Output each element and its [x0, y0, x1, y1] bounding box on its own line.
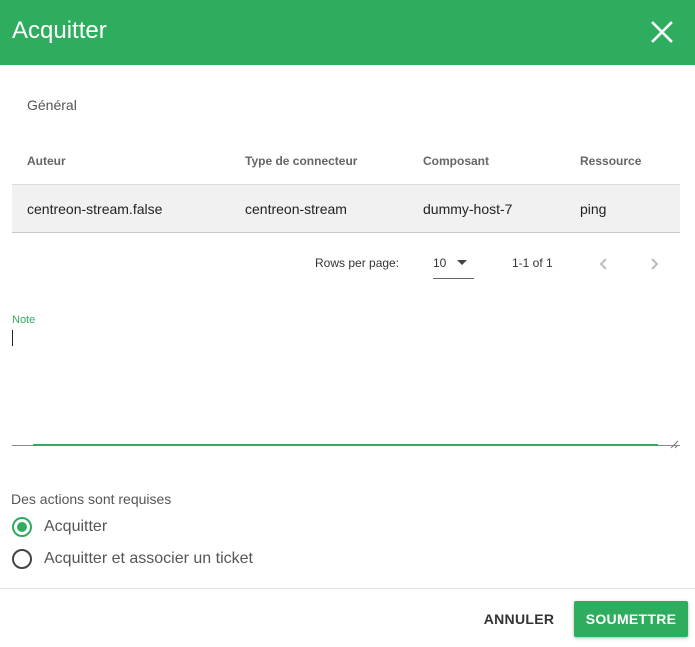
- rows-per-page-label: Rows per page:: [315, 256, 400, 270]
- resize-grip-icon[interactable]: [670, 436, 679, 449]
- column-header-auteur: Auteur: [27, 154, 66, 168]
- table-row: centreon-stream.false centreon-stream du…: [12, 184, 680, 233]
- rows-per-page-value: 10: [433, 256, 447, 270]
- section-title-general: Général: [27, 97, 77, 113]
- radio-label-acquitter-ticket: Acquitter et associer un ticket: [44, 550, 253, 567]
- column-header-composant: Composant: [423, 154, 489, 168]
- note-textarea[interactable]: [12, 328, 680, 446]
- dialog-header: Acquitter: [0, 0, 695, 65]
- note-focus-underline: [33, 444, 658, 446]
- caret-down-icon: [457, 260, 467, 265]
- chevron-left-icon[interactable]: [592, 252, 616, 276]
- note-label: Note: [12, 314, 36, 326]
- radio-acquitter-ticket[interactable]: Acquitter et associer un ticket: [12, 547, 412, 571]
- dialog-title: Acquitter: [12, 17, 107, 44]
- cell-auteur: centreon-stream.false: [27, 201, 163, 217]
- general-table: Auteur Type de connecteur Composant Ress…: [12, 136, 680, 233]
- cell-composant: dummy-host-7: [423, 201, 513, 217]
- text-cursor: [12, 330, 13, 346]
- footer-divider: [0, 588, 695, 589]
- submit-button[interactable]: SOUMETTRE: [574, 601, 688, 637]
- radio-label-acquitter: Acquitter: [44, 518, 108, 535]
- pagination-range: 1-1 of 1: [512, 256, 553, 270]
- actions-required-label: Des actions sont requises: [11, 491, 172, 507]
- chevron-right-icon[interactable]: [642, 252, 666, 276]
- column-header-ressource: Ressource: [580, 154, 642, 168]
- radio-acquitter[interactable]: Acquitter: [12, 515, 412, 539]
- rows-per-page-select[interactable]: 10: [433, 249, 474, 279]
- pagination: Rows per page: 10 1-1 of 1: [0, 240, 695, 288]
- column-header-type-connecteur: Type de connecteur: [245, 154, 358, 168]
- cell-type-connecteur: centreon-stream: [245, 201, 347, 217]
- table-header: Auteur Type de connecteur Composant Ress…: [12, 136, 680, 184]
- cancel-button[interactable]: ANNULER: [478, 601, 560, 637]
- cell-ressource: ping: [580, 201, 607, 217]
- close-icon[interactable]: [648, 18, 676, 46]
- radio-unchecked-icon[interactable]: [12, 549, 32, 569]
- radio-checked-icon[interactable]: [12, 517, 32, 537]
